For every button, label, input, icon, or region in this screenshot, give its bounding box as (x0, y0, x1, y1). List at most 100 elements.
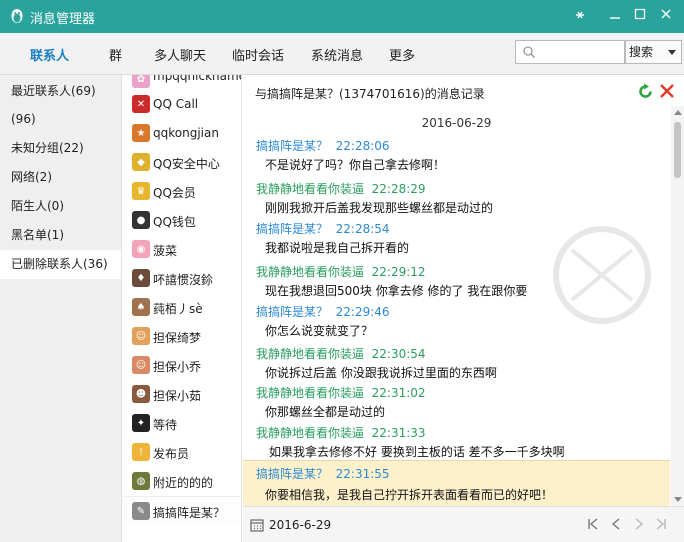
history-footer: 2016-6-29 (243, 506, 684, 542)
contact-name: 吥譆惯沒鉩 (153, 273, 214, 287)
tab-more[interactable]: 更多 (389, 45, 415, 64)
tab-multi-chat[interactable]: 多人聊天 (154, 45, 206, 64)
footer-date[interactable]: 2016-6-29 (269, 518, 331, 532)
group-item[interactable]: 未知分组(22) (0, 134, 121, 163)
last-page-icon[interactable] (654, 517, 668, 531)
contact-item[interactable]: ◆ QQ安全中心 (122, 148, 241, 177)
delete-icon[interactable] (659, 83, 675, 99)
contact-item[interactable]: ★ qqkongjian (122, 119, 241, 148)
window-title: 消息管理器 (30, 12, 96, 27)
sender-name: 我静静地看看你装逼 (256, 426, 365, 440)
contact-item[interactable]: ♦ 吥譆惯沒鉩 (122, 264, 241, 293)
avatar: ♠ (132, 298, 150, 316)
message-header: 我静静地看看你装逼 22:31:33 (256, 424, 426, 441)
message-time: 22:29:46 (335, 305, 390, 319)
contact-name: QQ安全中心 (153, 157, 220, 171)
history-title: 与搞搞阵是某？(1374701616)的消息记录 (255, 87, 485, 101)
message-selected[interactable]: 搞搞阵是某？ 22:31:55 你要相信我，是我自己拧开拆开表面看看而已的好吧！ (243, 460, 670, 506)
message-header: 我静静地看看你装逼 22:31:02 (256, 384, 426, 401)
contact-item[interactable]: ✿ mpqqnickname (122, 75, 241, 90)
group-item[interactable]: 最近联系人(69) (0, 75, 121, 105)
calendar-icon[interactable] (250, 518, 264, 532)
scroll-thumb[interactable] (674, 122, 681, 178)
avatar: ● (132, 211, 150, 229)
minimize-button[interactable] (567, 4, 593, 28)
maximize-icon (634, 8, 646, 20)
group-item-deleted-contacts[interactable]: 已删除联系人(36) (0, 250, 121, 279)
nav-bar: 联系人 群 多人聊天 临时会话 系统消息 更多 搜索 (0, 33, 684, 75)
avatar: ◍ (132, 472, 150, 490)
message-time: 22:28:06 (335, 139, 390, 153)
contact-name: 附近的的的 (153, 476, 214, 490)
contact-name: 担保绮梦 (153, 331, 202, 345)
group-item[interactable]: (96) (0, 105, 121, 134)
contact-item[interactable]: ♛ QQ会员 (122, 177, 241, 206)
group-item[interactable]: 黑名单(1) (0, 221, 121, 250)
message-time: 22:28:29 (371, 182, 426, 196)
message-text: 我都说啦是我自己拆开看的 (265, 241, 410, 255)
contact-item[interactable]: ✕ QQ Call (122, 90, 241, 119)
contact-item[interactable]: ☻ 担保小茹 (122, 380, 241, 409)
message-header: 搞搞阵是某？ 22:28:06 (256, 137, 390, 154)
minimize-window-button[interactable] (602, 4, 628, 28)
message-time: 22:29:12 (371, 265, 426, 279)
search-button[interactable]: 搜索 (625, 40, 682, 64)
avatar: ! (132, 443, 150, 461)
message: 我静静地看看你装逼 22:31:33 如果我拿去修修不好 要换到主板的话 差不多… (243, 422, 670, 462)
message: 我静静地看看你装逼 22:31:02 你那螺丝全都是动过的 (243, 382, 670, 422)
message-header: 我静静地看看你装逼 22:30:54 (256, 345, 426, 362)
contact-item[interactable]: ● QQ钱包 (122, 206, 241, 235)
contact-name: 搞搞阵是某？ (153, 506, 226, 520)
message-time: 22:31:33 (371, 426, 426, 440)
previous-page-icon[interactable] (609, 517, 623, 531)
scroll-down-icon[interactable] (674, 497, 682, 502)
message-text: 你要相信我，是我自己拧开拆开表面看看而已的好吧！ (265, 488, 554, 502)
contact-item[interactable]: ◍ 附近的的的 (122, 467, 241, 496)
contact-list: ✿ mpqqnickname ✕ QQ Call ★ qqkongjian ◆ … (122, 75, 242, 542)
avatar: ♛ (132, 182, 150, 200)
message-time: 22:31:55 (335, 467, 390, 481)
next-page-icon[interactable] (632, 517, 646, 531)
tab-groups[interactable]: 群 (109, 45, 122, 64)
refresh-icon[interactable] (637, 83, 654, 100)
avatar: ✿ (132, 75, 150, 88)
contact-item[interactable]: ☺ 担保小乔 (122, 351, 241, 380)
search-icon (523, 46, 535, 58)
chevron-down-icon (668, 50, 676, 55)
contact-item[interactable]: ! 发布员 (122, 438, 241, 467)
scroll-up-icon[interactable] (674, 110, 682, 115)
search-box (515, 40, 625, 64)
first-page-icon[interactable] (586, 517, 600, 531)
group-item[interactable]: 网络(2) (0, 163, 121, 192)
message-text: 你说拆过后盖 你没跟我说拆过里面的东西啊 (265, 366, 497, 380)
message: 我静静地看看你装逼 22:30:54 你说拆过后盖 你没跟我说拆过里面的东西啊 (243, 343, 670, 383)
tab-temp-session[interactable]: 临时会话 (232, 45, 284, 64)
contact-item[interactable]: ☺ 担保绮梦 (122, 322, 241, 351)
tab-system-messages[interactable]: 系统消息 (311, 45, 363, 64)
contact-item[interactable]: ♠ 莼栢丿sè (122, 293, 241, 322)
avatar: ♦ (132, 269, 150, 287)
contact-name: QQ钱包 (153, 215, 196, 229)
message-text: 你怎么说变就变了？ (265, 324, 374, 338)
qq-penguin-icon: ✦ (132, 414, 150, 432)
avatar: ◆ (132, 153, 150, 171)
tab-contacts[interactable]: 联系人 (30, 45, 69, 64)
close-button[interactable] (653, 4, 679, 28)
contact-item[interactable]: ✦ 等待 (122, 409, 241, 438)
contact-name: mpqqnickname (153, 75, 242, 83)
maximize-button[interactable] (627, 4, 653, 28)
contact-name: 担保小乔 (153, 360, 202, 374)
contact-item-selected[interactable]: ✎ 搞搞阵是某？ (122, 496, 241, 525)
group-item[interactable]: 陌生人(0) (0, 192, 121, 221)
contact-item[interactable]: ◉ 菠菜 (122, 235, 241, 264)
group-list: 最近联系人(69) (96) 未知分组(22) 网络(2) 陌生人(0) 黑名单… (0, 75, 122, 542)
avatar: ★ (132, 124, 150, 142)
history-header: 与搞搞阵是某？(1374701616)的消息记录 (243, 75, 684, 106)
watermark-logo (553, 226, 651, 324)
avatar: ✎ (132, 502, 150, 520)
message: 搞搞阵是某？ 22:28:06 不是说好了吗？你自己拿去修啊！ (243, 135, 670, 175)
message-scrollbar[interactable] (671, 106, 684, 506)
search-input[interactable] (540, 43, 622, 61)
message-time: 22:30:54 (371, 347, 426, 361)
contact-name: QQ Call (153, 97, 199, 111)
